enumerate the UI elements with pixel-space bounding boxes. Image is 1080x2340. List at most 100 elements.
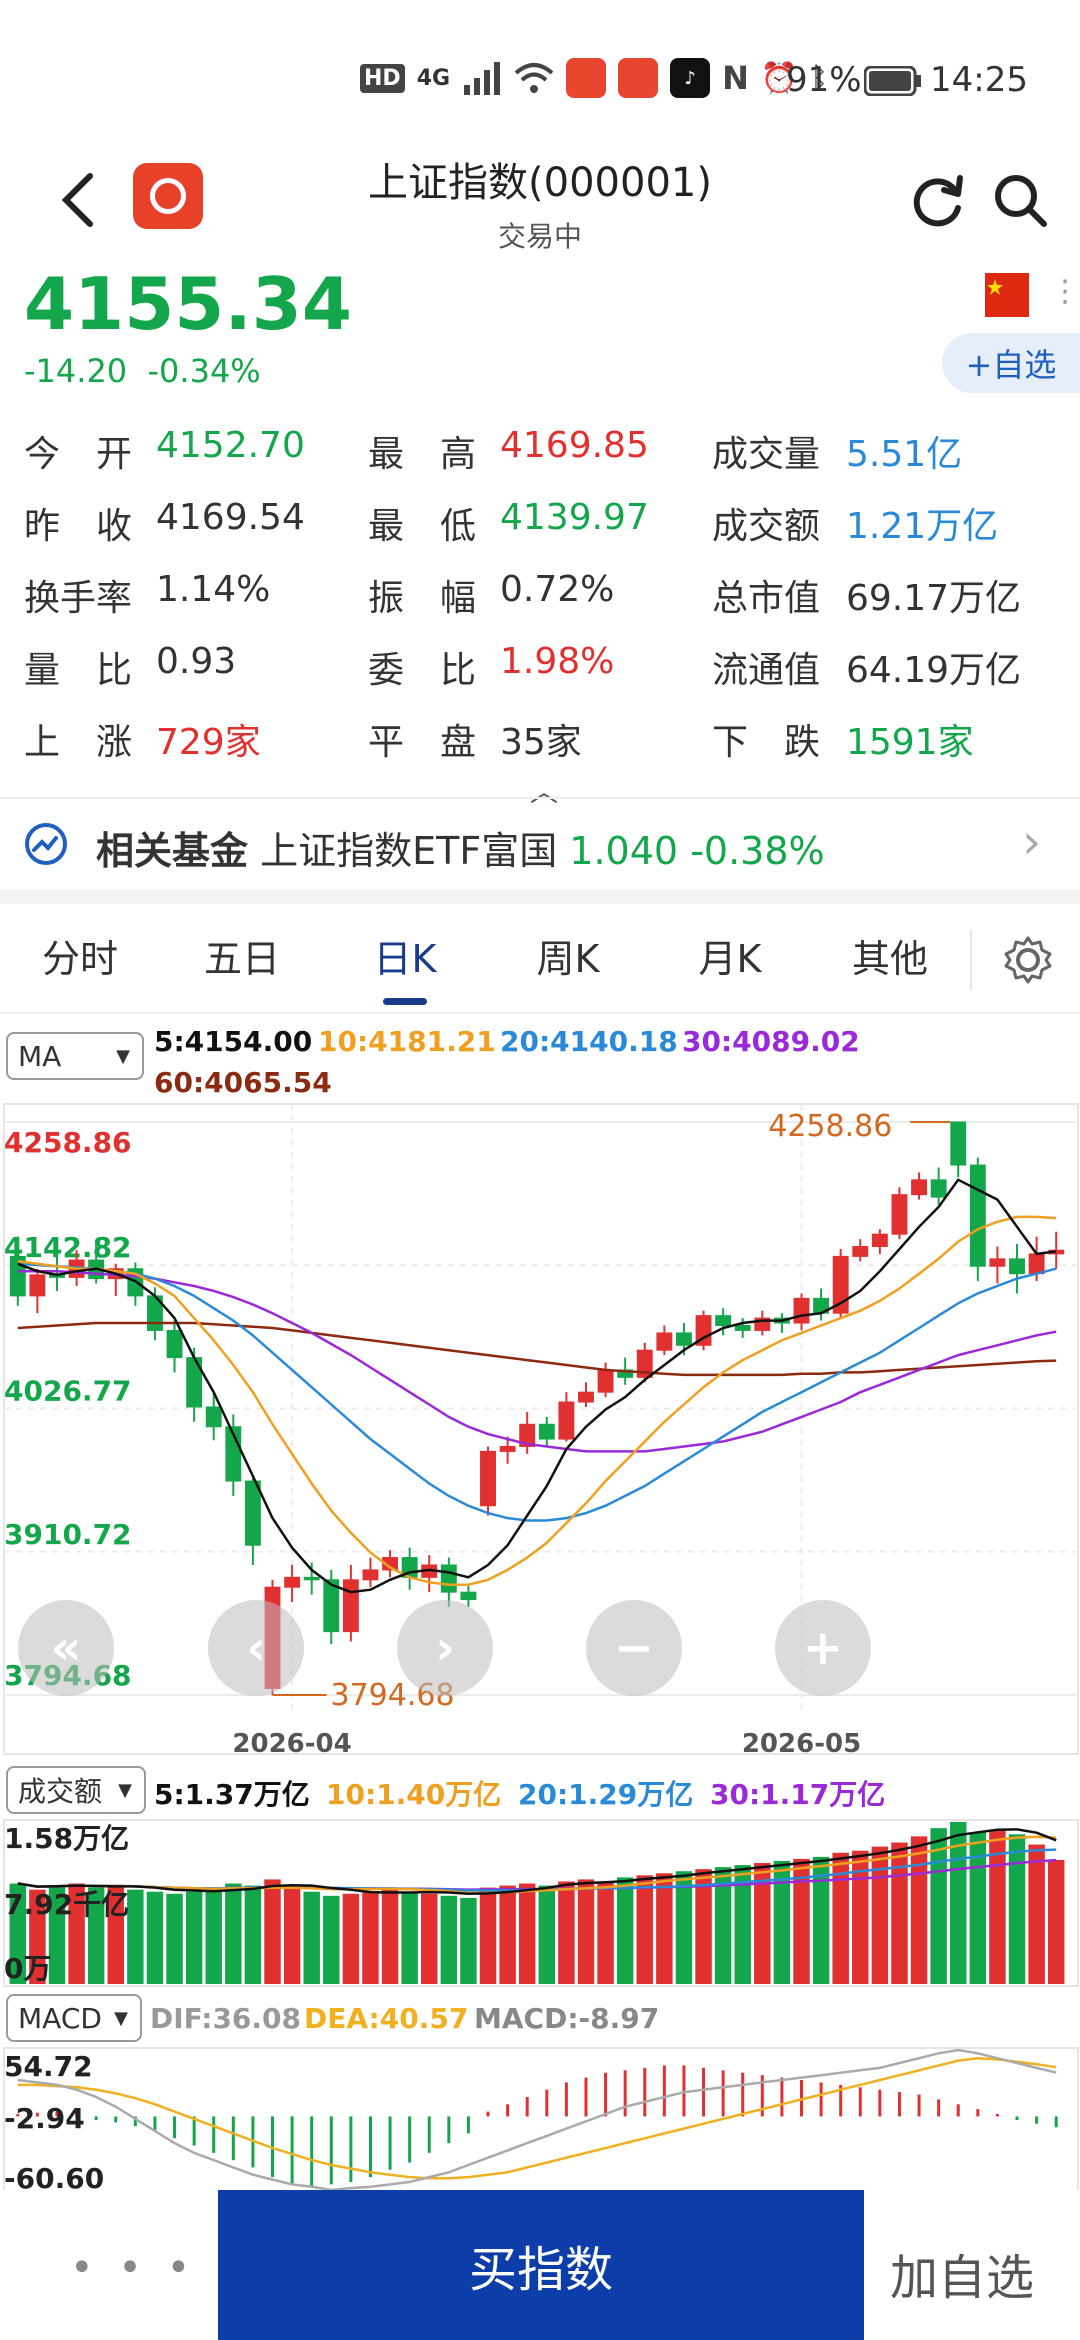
tab-daily-k[interactable]: 日K <box>335 928 475 983</box>
volume-bar <box>303 1891 320 1984</box>
candle-body <box>578 1391 594 1403</box>
buy-index-button[interactable]: 买指数 <box>218 2190 864 2340</box>
candle-body <box>950 1121 967 1166</box>
app-notification-icon <box>566 58 607 98</box>
volume-bar <box>1028 1844 1045 1984</box>
indicator-selector-ma[interactable]: MA ▼ <box>6 1032 144 1080</box>
stat-label: 昨 收 <box>24 506 133 547</box>
volume-axis-label: 7.92千亿 <box>4 1888 129 1921</box>
volume-bar <box>460 1897 477 1984</box>
stat-value: 69.17万亿 <box>846 578 1022 619</box>
stat-label: 成交量 <box>712 434 821 475</box>
volume-bar <box>597 1881 614 1984</box>
macd-chart[interactable]: 54.72 -2.94 -60.60 <box>0 2046 1080 2190</box>
chevron-right-icon[interactable]: › <box>1022 814 1041 870</box>
related-fund-name: 上证指数ETF富国 <box>260 829 558 873</box>
stat-label: 最 高 <box>368 434 477 475</box>
battery-icon <box>864 66 921 96</box>
candle-body <box>558 1401 575 1440</box>
tab-five-day[interactable]: 五日 <box>172 928 312 983</box>
candle-body <box>891 1194 908 1235</box>
macd-axis-label: 54.72 <box>4 2050 93 2083</box>
volume-bar <box>675 1871 693 1984</box>
tab-other[interactable]: 其他 <box>820 928 960 983</box>
y-axis-label: 4258.86 <box>4 1126 132 1159</box>
candle-body <box>480 1450 496 1507</box>
volume-bar <box>656 1873 673 1984</box>
indicator-selector-volume[interactable]: 成交额 ▼ <box>6 1766 146 1814</box>
stat-value: 4169.54 <box>156 497 305 538</box>
volume-bar <box>244 1885 262 1984</box>
gear-icon[interactable] <box>1000 932 1056 988</box>
candle-body <box>734 1325 751 1331</box>
zoom-out-button[interactable]: − <box>586 1600 682 1696</box>
tiktok-icon: ♪ <box>670 58 711 98</box>
clock: 14:25 <box>930 60 1028 100</box>
indicator-selector-macd[interactable]: MACD ▼ <box>6 1994 142 2042</box>
related-fund-row[interactable]: 相关基金 上证指数ETF富国 1.040 -0.38% › <box>0 798 1080 890</box>
candle-body <box>930 1179 947 1198</box>
stat-value: 729家 <box>156 722 261 763</box>
index-price: 4155.34 <box>24 262 352 346</box>
stat-value: 1.98% <box>500 641 615 682</box>
vol-ma30-legend: 30:1.17万亿 <box>710 1778 886 1811</box>
refresh-icon[interactable] <box>908 170 968 230</box>
more-vertical-icon[interactable]: ⋮ <box>1050 274 1080 309</box>
candle-body <box>793 1297 810 1324</box>
volume-bar <box>871 1846 889 1984</box>
tab-monthly-k[interactable]: 月K <box>660 928 800 983</box>
volume-bar <box>499 1885 516 1984</box>
stat-value: 1.21万亿 <box>846 506 999 547</box>
candle-body <box>284 1576 301 1588</box>
stat-label: 总市值 <box>712 578 821 619</box>
volume-bar <box>636 1875 653 1984</box>
add-to-watchlist-button[interactable]: 加自选 <box>890 2238 1034 2308</box>
dropdown-arrow-icon: ▼ <box>116 1045 130 1067</box>
stat-label: 换手率 <box>24 578 133 619</box>
candle-body <box>852 1246 869 1257</box>
x-axis-label: 2026-04 <box>232 1729 351 1759</box>
y-axis-label: 4026.77 <box>4 1375 132 1408</box>
index-change: -14.20 -0.34% <box>24 352 261 390</box>
add-watchlist-button[interactable]: +自选 <box>942 333 1080 393</box>
stat-value: 0.72% <box>500 569 615 610</box>
volume-bar <box>891 1842 908 1984</box>
more-icon[interactable]: • • • <box>70 2245 196 2291</box>
volume-bar <box>538 1885 556 1984</box>
rewind-button[interactable]: « <box>18 1600 114 1696</box>
stat-label: 流通值 <box>712 650 821 691</box>
ma20-legend: 20:4140.18 <box>500 1025 678 1058</box>
status-bar: HD 4G ♪ N ⏰ ᛒ 91% 14:25 <box>0 40 1080 120</box>
volume-bar <box>185 1891 203 1984</box>
candle-body <box>969 1164 986 1267</box>
stat-value: 4139.97 <box>500 497 649 538</box>
china-flag-icon <box>985 273 1029 317</box>
volume-bar <box>910 1836 928 1984</box>
candle-body <box>597 1369 614 1393</box>
volume-bar <box>323 1895 340 1984</box>
volume-bar <box>1047 1859 1065 1984</box>
related-fund-pct: -0.38% <box>690 829 825 873</box>
volume-bar <box>577 1879 595 1984</box>
volume-bar <box>225 1883 242 1984</box>
search-icon[interactable] <box>990 170 1050 230</box>
indicator-selector-label: 成交额 <box>18 1775 103 1808</box>
pan-right-button[interactable]: › <box>397 1600 493 1696</box>
tab-weekly-k[interactable]: 周K <box>498 928 638 983</box>
candle-body <box>29 1274 46 1297</box>
volume-chart[interactable]: 1.58万亿 7.92千亿 0万 <box>0 1818 1080 1988</box>
tab-intraday[interactable]: 分时 <box>10 928 150 983</box>
stat-value: 1591家 <box>846 722 974 763</box>
pan-left-button[interactable]: ‹ <box>208 1600 304 1696</box>
stat-value: 64.19万亿 <box>846 650 1022 691</box>
volume-bar <box>127 1889 144 1984</box>
candle-body <box>342 1579 359 1633</box>
ma10-line <box>17 1215 1057 1586</box>
candle-body <box>538 1423 555 1440</box>
candle-body <box>656 1332 673 1351</box>
zoom-in-button[interactable]: + <box>775 1600 871 1696</box>
ma5-legend: 5:4154.00 <box>154 1025 313 1058</box>
candlestick-chart[interactable]: 4258.864142.824026.773910.723794.684258.… <box>0 1100 1080 1760</box>
change-percent: -0.34% <box>147 352 261 390</box>
dropdown-arrow-icon: ▼ <box>114 2007 128 2029</box>
